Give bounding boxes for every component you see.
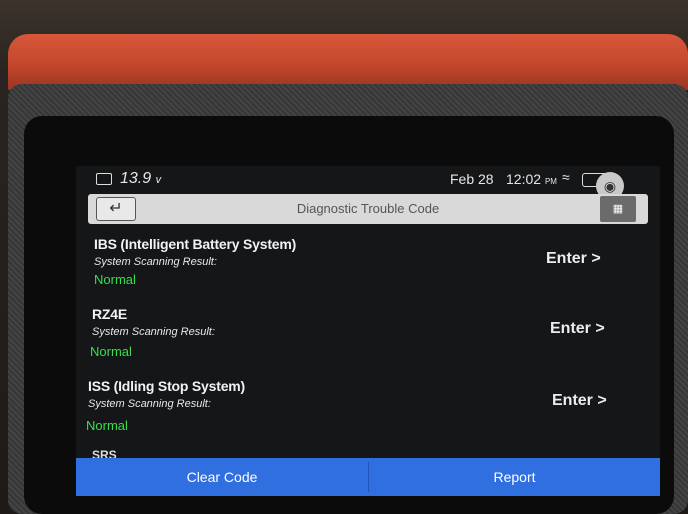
scan-result-label: System Scanning Result: [88,398,211,410]
list-item[interactable]: IBS (Intelligent Battery System) System … [76,236,660,306]
system-name: ISS (Idling Stop System) [88,378,245,394]
status-badge: Normal [94,272,136,287]
status-badge: Normal [90,344,132,359]
list-item[interactable]: ISS (Idling Stop System) System Scanning… [76,378,660,448]
status-time: 12:02 PM [506,171,557,187]
list-item[interactable]: RZ4E System Scanning Result: Normal Ente… [76,306,660,376]
enter-button[interactable]: Enter > [552,392,607,410]
status-badge: Normal [86,418,128,433]
back-button[interactable]: ↵ [96,197,136,221]
system-name: RZ4E [92,306,127,322]
voltage-readout: 13.9 v [120,170,162,187]
action-bar: Clear Code Report [76,458,660,496]
back-arrow-icon: ↵ [109,200,123,217]
enter-button[interactable]: Enter > [550,320,605,338]
status-bar: 13.9 v Feb 28 12:02 PM ≈ [76,166,660,192]
status-date: Feb 28 [450,171,494,187]
enter-button[interactable]: Enter > [546,250,601,268]
page-title: Diagnostic Trouble Code [296,201,440,216]
clear-code-button[interactable]: Clear Code [76,458,368,496]
scan-result-label: System Scanning Result: [92,326,215,338]
wifi-icon: ≈ [562,169,570,185]
vehicle-battery-icon [96,173,112,185]
device-housing-top [8,34,688,90]
title-bar: Diagnostic Trouble Code ↵ ▦ [88,194,648,224]
report-button[interactable]: Report [369,458,660,496]
device-screen: 13.9 v Feb 28 12:02 PM ≈ ◉ Diagnostic Tr… [76,166,660,496]
system-name: IBS (Intelligent Battery System) [94,236,297,252]
scan-result-label: System Scanning Result: [94,256,217,268]
report-icon-button[interactable]: ▦ [600,196,636,222]
report-icon: ▦ [612,203,624,215]
